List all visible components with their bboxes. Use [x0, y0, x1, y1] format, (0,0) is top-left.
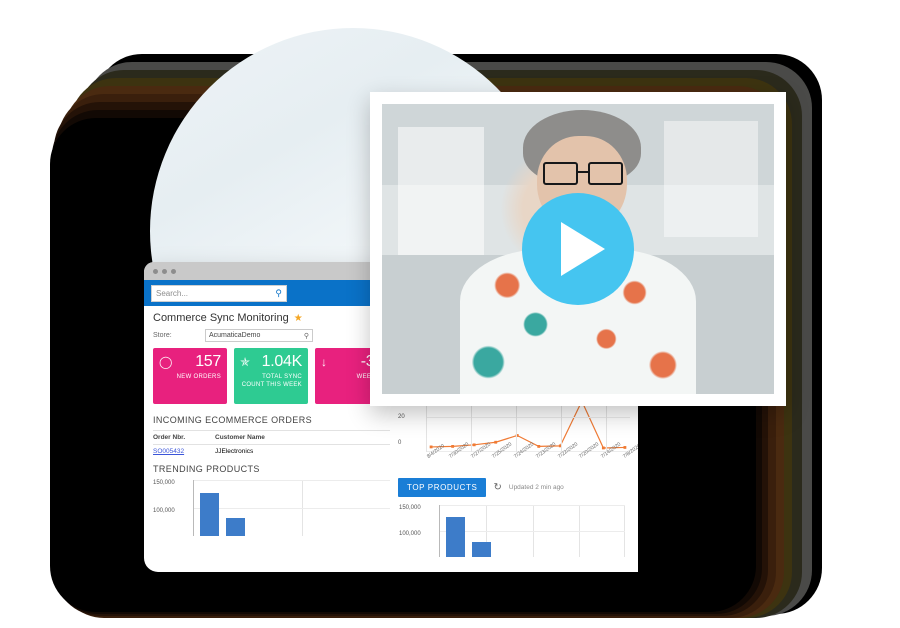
gauge-icon: ◯: [159, 355, 173, 369]
bar-2[interactable]: [226, 518, 245, 536]
screenshot-stage: Search... ⚲ Commerce Sync Monitoring ★ S…: [0, 0, 900, 628]
updated-status: Updated 2 min ago: [508, 484, 564, 491]
kpi-value: 1.04K: [261, 353, 303, 370]
eyeglass-left: [542, 162, 578, 186]
window-dot-minimize[interactable]: [162, 268, 167, 274]
orders-title: INCOMING ECOMMERCE ORDERS: [153, 414, 313, 425]
y-tick-label: 100,000: [153, 508, 175, 514]
y-tick-label: 100,000: [399, 531, 421, 537]
top-products-button[interactable]: TOP PRODUCTS: [398, 478, 487, 497]
top-products-section: 150,000 100,000: [399, 505, 629, 557]
bar-1[interactable]: [200, 493, 219, 536]
kpi-label: TOTAL SYNC COUNT THIS WEEK: [241, 374, 302, 389]
store-label: Store:: [153, 332, 172, 339]
y-tick-label: 20: [398, 414, 405, 420]
y-tick-label: 0: [398, 440, 402, 446]
play-button-icon[interactable]: [522, 193, 634, 305]
page-title: Commerce Sync Monitoring: [153, 312, 289, 324]
arrow-down-icon: ↓: [321, 355, 327, 369]
kpi-tile-total-sync[interactable]: ✯ 1.04K TOTAL SYNC COUNT THIS WEEK: [234, 348, 308, 404]
search-icon[interactable]: ⚲: [275, 288, 282, 299]
store-value: AcumaticaDemo: [209, 332, 261, 339]
video-card[interactable]: [370, 92, 786, 406]
search-placeholder: Search...: [156, 288, 189, 298]
top-products-plot-area: [439, 505, 625, 557]
office-window-right: [664, 121, 759, 238]
star-icon[interactable]: ★: [294, 313, 303, 324]
badge-icon: ✯: [240, 355, 251, 369]
order-link[interactable]: SO005432: [153, 448, 184, 455]
video-thumbnail: [382, 104, 774, 394]
y-tick-label: 150,000: [153, 480, 175, 486]
kpi-label: NEW ORDERS: [176, 374, 221, 380]
window-dot-maximize[interactable]: [171, 268, 176, 274]
top-products-chart: 150,000 100,000: [399, 505, 629, 557]
bar-2[interactable]: [472, 542, 491, 557]
store-select[interactable]: AcumaticaDemo ⚲: [205, 329, 313, 342]
eyeglass-bridge: [578, 170, 589, 173]
x-axis-labels: 8/4/2020 7/30/2020 7/27/2020 7/25/2020 7/24/…: [426, 441, 638, 478]
kpi-tile-new-orders[interactable]: ◯ 157 NEW ORDERS: [153, 348, 227, 404]
column-header-order-nbr: Order Nbr.: [153, 434, 186, 441]
sync-activity-panel: 40 20 0 8/4/20207/30/20207/27/20207/25/2…: [390, 388, 638, 572]
kpi-value: 157: [195, 353, 221, 370]
bar-1[interactable]: [446, 517, 465, 557]
gridline-h: [440, 531, 625, 532]
refresh-icon[interactable]: ↻: [493, 482, 501, 493]
gridline-h: [440, 505, 625, 506]
gridline-h: [426, 417, 630, 418]
magnifier-icon[interactable]: ⚲: [304, 332, 309, 340]
y-tick-label: 150,000: [399, 505, 421, 511]
eyeglass-right: [587, 162, 624, 186]
play-triangle: [561, 222, 605, 276]
office-window-left: [397, 127, 484, 255]
window-dot-close[interactable]: [153, 268, 158, 274]
search-input[interactable]: Search... ⚲: [151, 284, 287, 302]
